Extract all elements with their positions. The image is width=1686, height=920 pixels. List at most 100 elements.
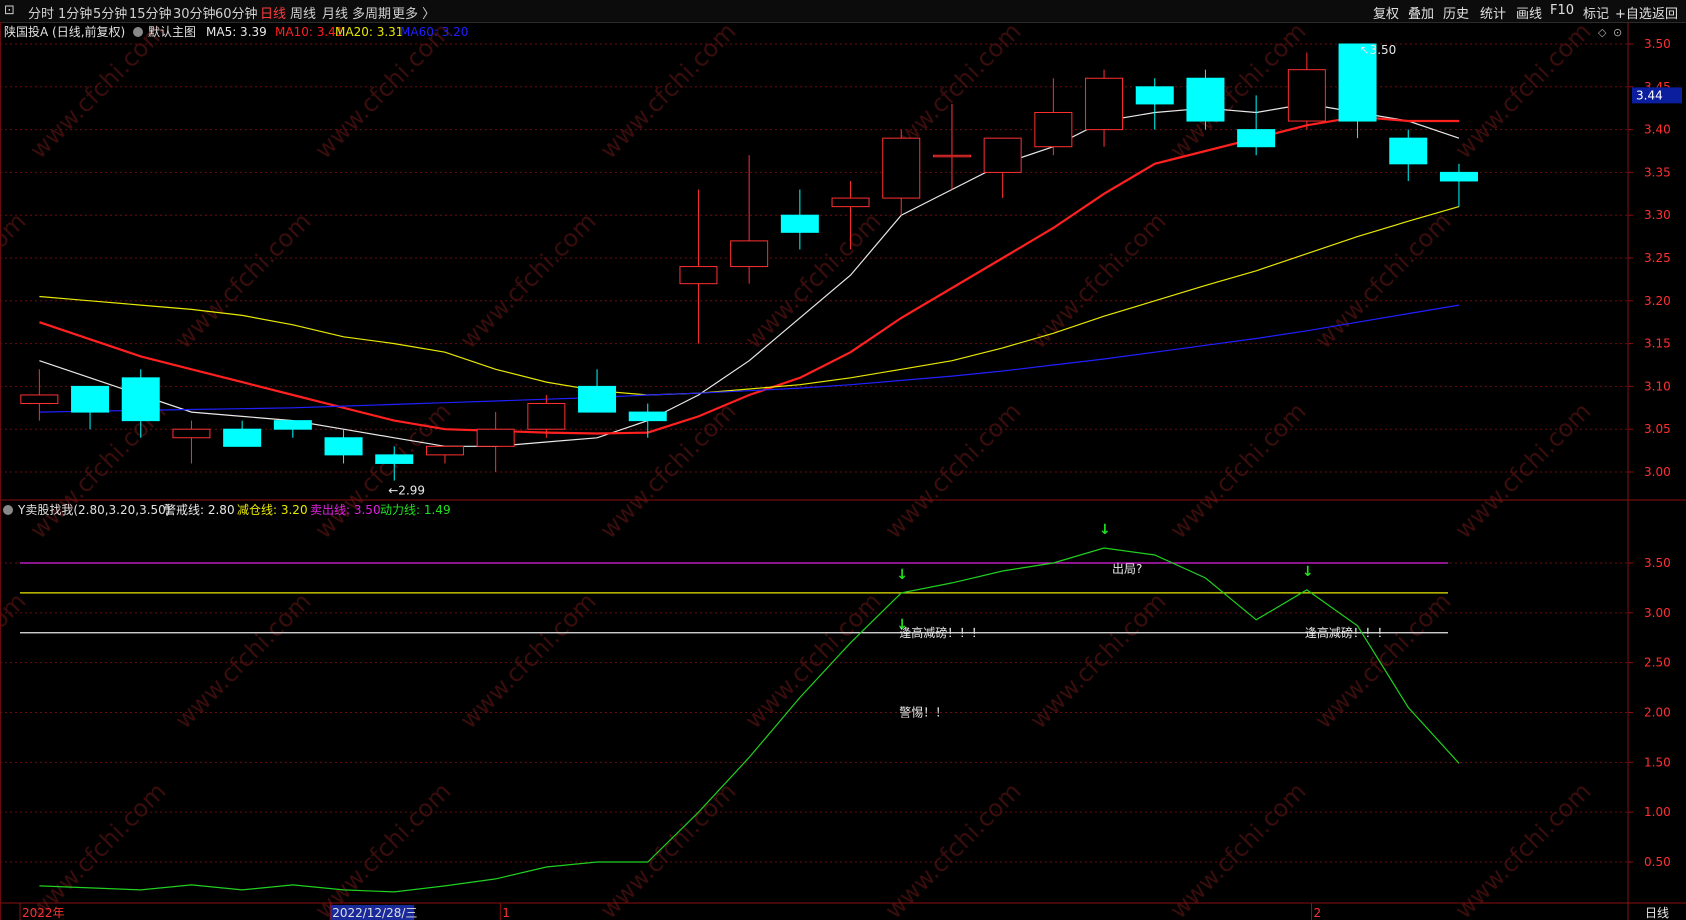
- price-tick-label: 3.35: [1644, 165, 1671, 179]
- current-price-text: 3.44: [1636, 88, 1663, 102]
- stock-name: 陕国投A (日线,前复权): [4, 24, 125, 39]
- watermark: www.cfchi.com: [1449, 777, 1596, 920]
- candle-body-up: [425, 445, 464, 456]
- watermark: www.cfchi.com: [594, 17, 741, 164]
- indicator-menu-icon: [3, 505, 13, 515]
- candle-body-down: [780, 214, 819, 233]
- candle-body-up: [730, 240, 769, 268]
- watermark: www.cfchi.com: [1449, 17, 1596, 164]
- watermark: www.cfchi.com: [1164, 397, 1311, 544]
- watermark: www.cfchi.com: [1449, 397, 1596, 544]
- candle: [1034, 78, 1073, 156]
- candle-body-up: [20, 394, 59, 405]
- candle: [1439, 163, 1478, 207]
- candle-body-down: [71, 385, 110, 413]
- candle-body-up: [527, 403, 566, 430]
- xaxis-label: 1: [502, 906, 510, 920]
- candle-body-up: [476, 428, 515, 447]
- indicator-tick-label: 3.50: [1644, 556, 1671, 570]
- watermark: www.cfchi.com: [594, 777, 741, 920]
- signal-annotation: 逢高减磅！！！: [899, 625, 983, 640]
- signal-annotation: 出局?: [1112, 562, 1142, 576]
- candles: [20, 43, 1478, 481]
- ma-legend: MA60: 3.20: [400, 25, 468, 39]
- candle: [882, 129, 921, 216]
- candle-body-down: [1135, 86, 1174, 105]
- candle: [476, 412, 515, 472]
- stock-chart: www.cfchi.com www.cfchi.com www.cfchi.com w…: [0, 17, 1686, 920]
- candle-body-up: [1085, 77, 1124, 131]
- indicator-legend: 动力线: 1.49: [380, 503, 451, 517]
- watermark: www.cfchi.com: [24, 17, 171, 164]
- sell-arrow-icon: ↓: [1099, 522, 1111, 538]
- candle: [780, 189, 819, 250]
- watermark: www.cfchi.com: [1024, 207, 1171, 354]
- indicator-tick-label: 2.00: [1644, 706, 1671, 720]
- xaxis-label: 2022年: [22, 906, 65, 920]
- watermark: www.cfchi.com: [1164, 777, 1311, 920]
- candle-body-down: [273, 420, 312, 430]
- candle-body-down: [628, 411, 667, 422]
- xaxis-label: 2022/12/28/三: [332, 906, 417, 920]
- signal-annotation: 警惕！！: [899, 705, 947, 720]
- candle: [1338, 43, 1377, 139]
- candle: [1085, 69, 1124, 147]
- ma-legend: MA10: 3.41: [275, 25, 343, 39]
- candle: [1135, 78, 1174, 130]
- diamond-icon: ◇: [1598, 26, 1607, 39]
- candle-body-up: [172, 428, 211, 439]
- low-marker: ←2.99: [388, 484, 425, 498]
- candle: [578, 369, 617, 413]
- indicator-tick-label: 1.00: [1644, 805, 1671, 819]
- sell-arrow-icon: ↓: [896, 567, 908, 583]
- candle: [425, 445, 464, 464]
- chart-frame: [0, 22, 1686, 920]
- candle-body-down: [1389, 137, 1428, 165]
- indicator-tick-label: 1.50: [1644, 755, 1671, 769]
- candle-body-up: [882, 137, 921, 199]
- candle-body-up: [932, 154, 971, 158]
- indicator-legend: 警戒线: 2.80: [164, 502, 235, 517]
- price-tick-label: 3.50: [1644, 37, 1671, 51]
- price-tick-label: 3.10: [1644, 379, 1671, 393]
- indicator-tick-label: 2.50: [1644, 656, 1671, 670]
- candle-body-up: [983, 137, 1022, 173]
- signal-annotation: 逢高减磅！！！: [1305, 625, 1389, 640]
- candle-body-down: [578, 385, 617, 413]
- xaxis-label: 2: [1314, 906, 1322, 920]
- sub-grid: [0, 562, 1628, 863]
- candle: [1287, 52, 1326, 130]
- candle: [679, 189, 718, 344]
- candle-body-down: [1237, 129, 1276, 148]
- period-label: 日线: [1645, 906, 1669, 920]
- ma-legend: MA20: 3.31: [335, 25, 403, 39]
- watermark: www.cfchi.com: [879, 397, 1026, 544]
- candle-body-down: [1186, 77, 1225, 122]
- main-grid: [0, 43, 1628, 473]
- watermark: www.cfchi.com: [24, 777, 171, 920]
- candle: [1389, 129, 1428, 181]
- chart-menu-icon: [133, 27, 143, 37]
- price-tick-label: 3.40: [1644, 123, 1671, 137]
- candle: [983, 137, 1022, 199]
- watermark: www.cfchi.com: [309, 397, 456, 544]
- candle: [730, 155, 769, 284]
- indicator-legend: 卖出线: 3.50: [310, 503, 381, 517]
- watermark: www.cfchi.com: [594, 397, 741, 544]
- candle-body-down: [223, 428, 262, 447]
- price-tick-label: 3.25: [1644, 251, 1671, 265]
- watermark: www.cfchi.com: [879, 777, 1026, 920]
- watermark: www.cfchi.com: [454, 207, 601, 354]
- watermark: www.cfchi.com: [309, 777, 456, 920]
- candle: [1186, 69, 1225, 130]
- price-tick-label: 3.00: [1644, 465, 1671, 479]
- main-chart-name: 默认主图: [148, 24, 196, 39]
- price-tick-label: 3.05: [1644, 422, 1671, 436]
- price-axes: 3.003.053.103.153.203.253.303.353.403.45…: [1628, 37, 1671, 869]
- candle: [20, 369, 59, 421]
- candle: [223, 420, 262, 447]
- candle-body-down: [1439, 171, 1478, 182]
- watermark: www.cfchi.com: [309, 17, 456, 164]
- price-tick-label: 3.15: [1644, 337, 1671, 351]
- candle-body-up: [679, 266, 718, 285]
